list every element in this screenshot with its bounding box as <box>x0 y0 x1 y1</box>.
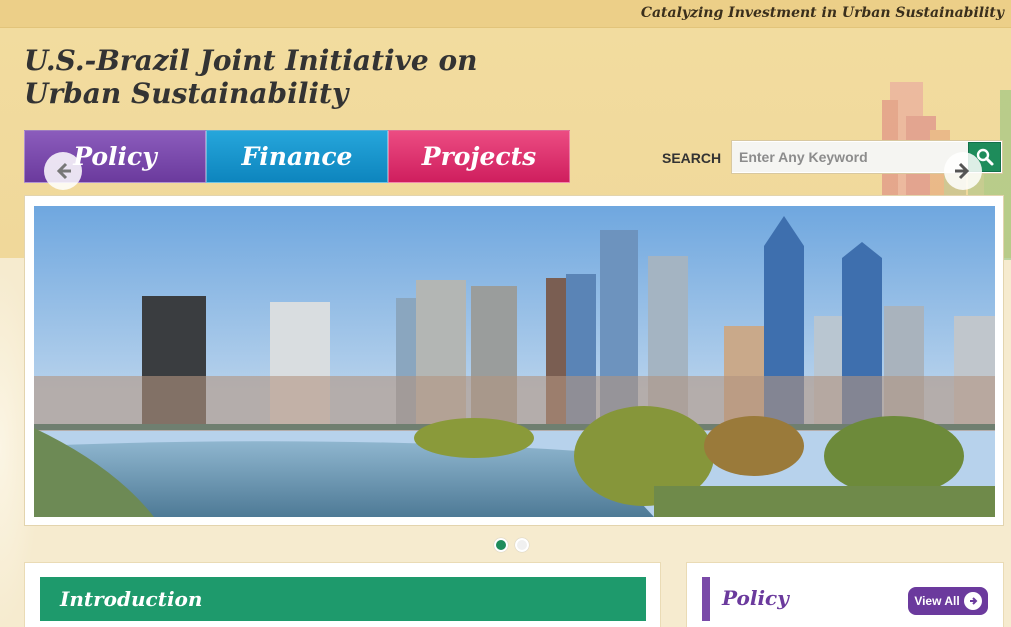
hero-slider <box>24 195 1004 526</box>
search-input[interactable] <box>732 142 968 172</box>
city-skyline-photo <box>34 206 995 517</box>
site-title: U.S.-Brazil Joint Initiative on Urban Su… <box>24 44 478 110</box>
arrow-left-icon <box>56 162 71 180</box>
slider-next-button[interactable] <box>944 152 982 190</box>
slider-pagination <box>494 538 529 552</box>
tagline-bar: Catalyzing Investment in Urban Sustainab… <box>0 0 1011 28</box>
main-nav: Policy Finance Projects <box>24 130 570 183</box>
nav-projects[interactable]: Projects <box>388 130 570 183</box>
introduction-header: Introduction <box>40 577 646 621</box>
slider-dot-2[interactable] <box>515 538 529 552</box>
slide-image <box>34 206 995 517</box>
policy-panel: Policy View All <box>686 562 1004 627</box>
tagline: Catalyzing Investment in Urban Sustainab… <box>640 5 1004 21</box>
policy-accent-bar <box>702 577 710 621</box>
view-all-label: View All <box>914 594 960 608</box>
view-all-button[interactable]: View All <box>908 587 988 615</box>
introduction-panel: Introduction <box>24 562 661 627</box>
arrow-right-icon <box>955 162 970 180</box>
slider-prev-button[interactable] <box>44 152 82 190</box>
arrow-circle-right-icon <box>963 592 982 610</box>
introduction-title: Introduction <box>60 587 203 611</box>
nav-finance[interactable]: Finance <box>206 130 388 183</box>
search-label: SEARCH <box>662 150 722 166</box>
slider-dot-1[interactable] <box>494 538 508 552</box>
policy-title: Policy <box>722 586 789 610</box>
